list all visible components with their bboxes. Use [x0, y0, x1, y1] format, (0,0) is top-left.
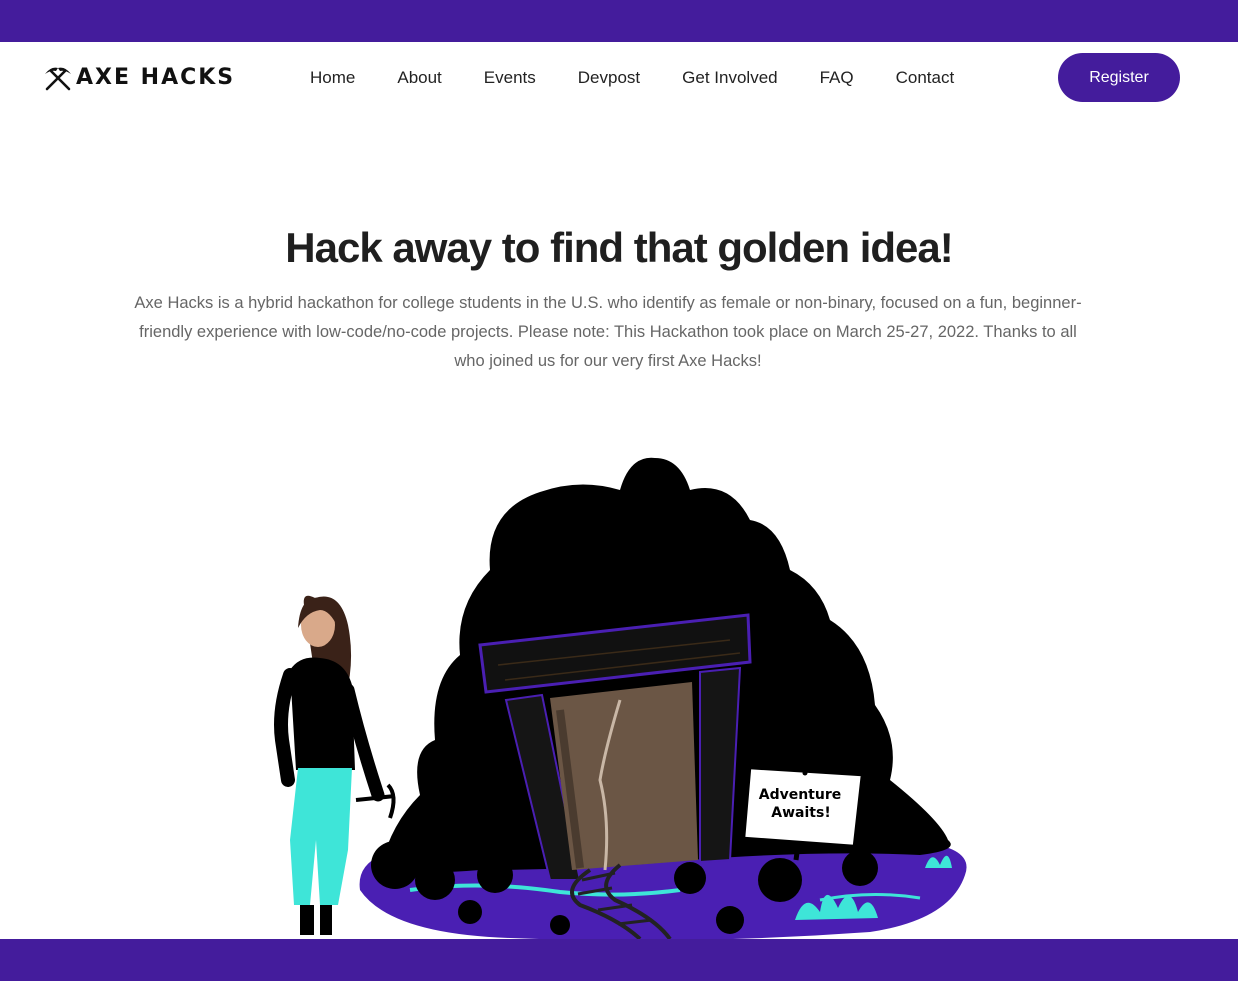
- nav-home-link[interactable]: Home: [310, 66, 355, 90]
- bottom-accent-bar: [0, 939, 1238, 981]
- register-button[interactable]: Register: [1058, 53, 1180, 102]
- nav-about-link[interactable]: About: [397, 66, 441, 90]
- nav-events-link[interactable]: Events: [484, 66, 536, 90]
- site-header: AXE HACKS Home About Events Devpost Get …: [0, 42, 1238, 114]
- sign-text-line1: Adventure: [759, 787, 842, 803]
- main-nav: Home About Events Devpost Get Involved F…: [310, 66, 954, 90]
- nav-get-involved-link[interactable]: Get Involved: [682, 66, 777, 90]
- hero-title: Hack away to find that golden idea!: [285, 224, 953, 271]
- crossed-pickaxes-icon: [45, 67, 71, 91]
- sign-text-line2: Awaits!: [771, 805, 830, 821]
- top-accent-bar: [0, 0, 1238, 42]
- nav-devpost-link[interactable]: Devpost: [578, 66, 640, 90]
- mine-entrance-illustration: Adventure Awaits!: [260, 450, 980, 939]
- logo-text: AXE HACKS: [76, 65, 236, 90]
- nav-faq-link[interactable]: FAQ: [820, 66, 854, 90]
- nav-contact-link[interactable]: Contact: [896, 66, 955, 90]
- logo-link[interactable]: AXE HACKS: [43, 63, 235, 93]
- hero-description: Axe Hacks is a hybrid hackathon for coll…: [134, 294, 1082, 370]
